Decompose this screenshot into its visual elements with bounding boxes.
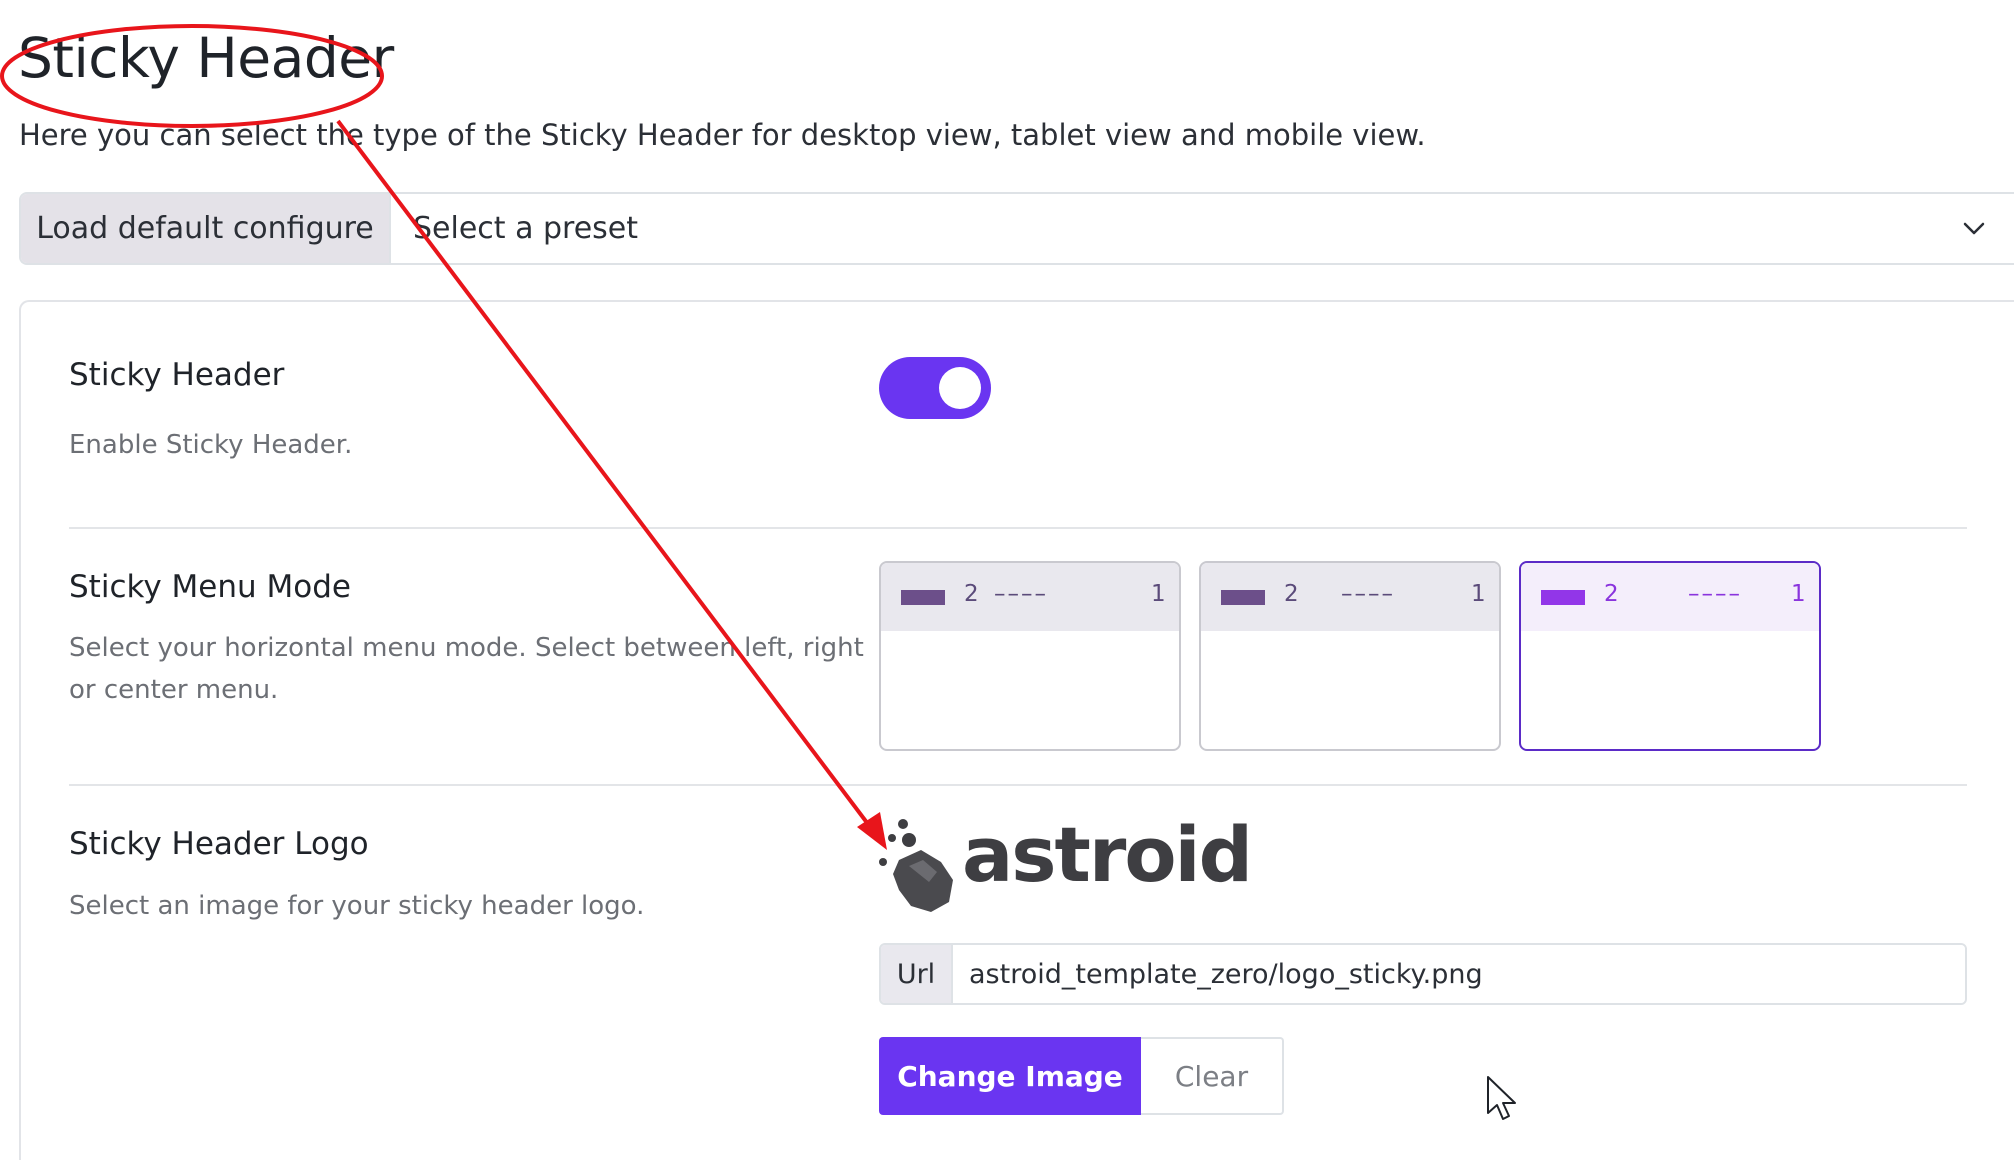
menu-dashes: –––– — [1688, 581, 1742, 607]
menu-mode-description: Select your horizontal menu mode. Select… — [69, 627, 864, 711]
sticky-logo-label: Sticky Header Logo — [69, 826, 369, 862]
change-image-button[interactable]: Change Image — [879, 1037, 1141, 1115]
sticky-header-toggle[interactable] — [879, 357, 991, 419]
logo-url-input[interactable] — [953, 945, 1965, 1003]
logo-url-group: Url — [879, 943, 1967, 1005]
url-label: Url — [881, 945, 953, 1003]
logo-number: 2 — [964, 581, 979, 607]
logo-placeholder — [1541, 590, 1585, 605]
menu-mode-preview-header: 2 –––– 1 — [881, 563, 1179, 631]
sticky-header-description: Enable Sticky Header. — [69, 430, 353, 460]
logo-placeholder — [901, 590, 945, 605]
logo-preview-text: astroid — [962, 810, 1253, 899]
menu-dashes: –––– — [1341, 581, 1395, 607]
menu-number: 1 — [1791, 581, 1806, 607]
sticky-header-label: Sticky Header — [69, 357, 285, 393]
load-default-button[interactable]: Load default configure — [21, 194, 391, 263]
page-title: Sticky Header — [18, 26, 394, 90]
menu-dashes: –––– — [994, 581, 1048, 607]
menu-mode-option-center[interactable]: 2 –––– 1 — [1199, 561, 1501, 751]
menu-mode-option-right[interactable]: 2 –––– 1 — [1519, 561, 1821, 751]
chevron-down-icon — [1963, 222, 1985, 235]
asteroid-icon — [879, 819, 953, 912]
preset-input-group: Load default configure Select a preset — [19, 192, 2014, 265]
divider — [69, 527, 1967, 529]
preset-select[interactable]: Select a preset — [391, 194, 2014, 263]
menu-mode-preview-header: 2 –––– 1 — [1201, 563, 1499, 631]
menu-number: 1 — [1151, 581, 1166, 607]
toggle-knob — [939, 367, 981, 409]
clear-button[interactable]: Clear — [1141, 1037, 1284, 1115]
logo-number: 2 — [1604, 581, 1619, 607]
menu-mode-option-left[interactable]: 2 –––– 1 — [879, 561, 1181, 751]
sticky-logo-description: Select an image for your sticky header l… — [69, 891, 645, 921]
preset-select-value: Select a preset — [413, 211, 639, 246]
logo-preview: astroid — [879, 810, 1253, 916]
page-description: Here you can select the type of the Stic… — [19, 118, 1426, 152]
divider — [69, 784, 1967, 786]
logo-number: 2 — [1284, 581, 1299, 607]
logo-placeholder — [1221, 590, 1265, 605]
menu-number: 1 — [1471, 581, 1486, 607]
menu-mode-description-line2: or center menu. — [69, 675, 279, 705]
menu-mode-description-line1: Select your horizontal menu mode. Select… — [69, 633, 864, 663]
menu-mode-preview-header: 2 –––– 1 — [1521, 563, 1819, 631]
menu-mode-label: Sticky Menu Mode — [69, 569, 351, 605]
